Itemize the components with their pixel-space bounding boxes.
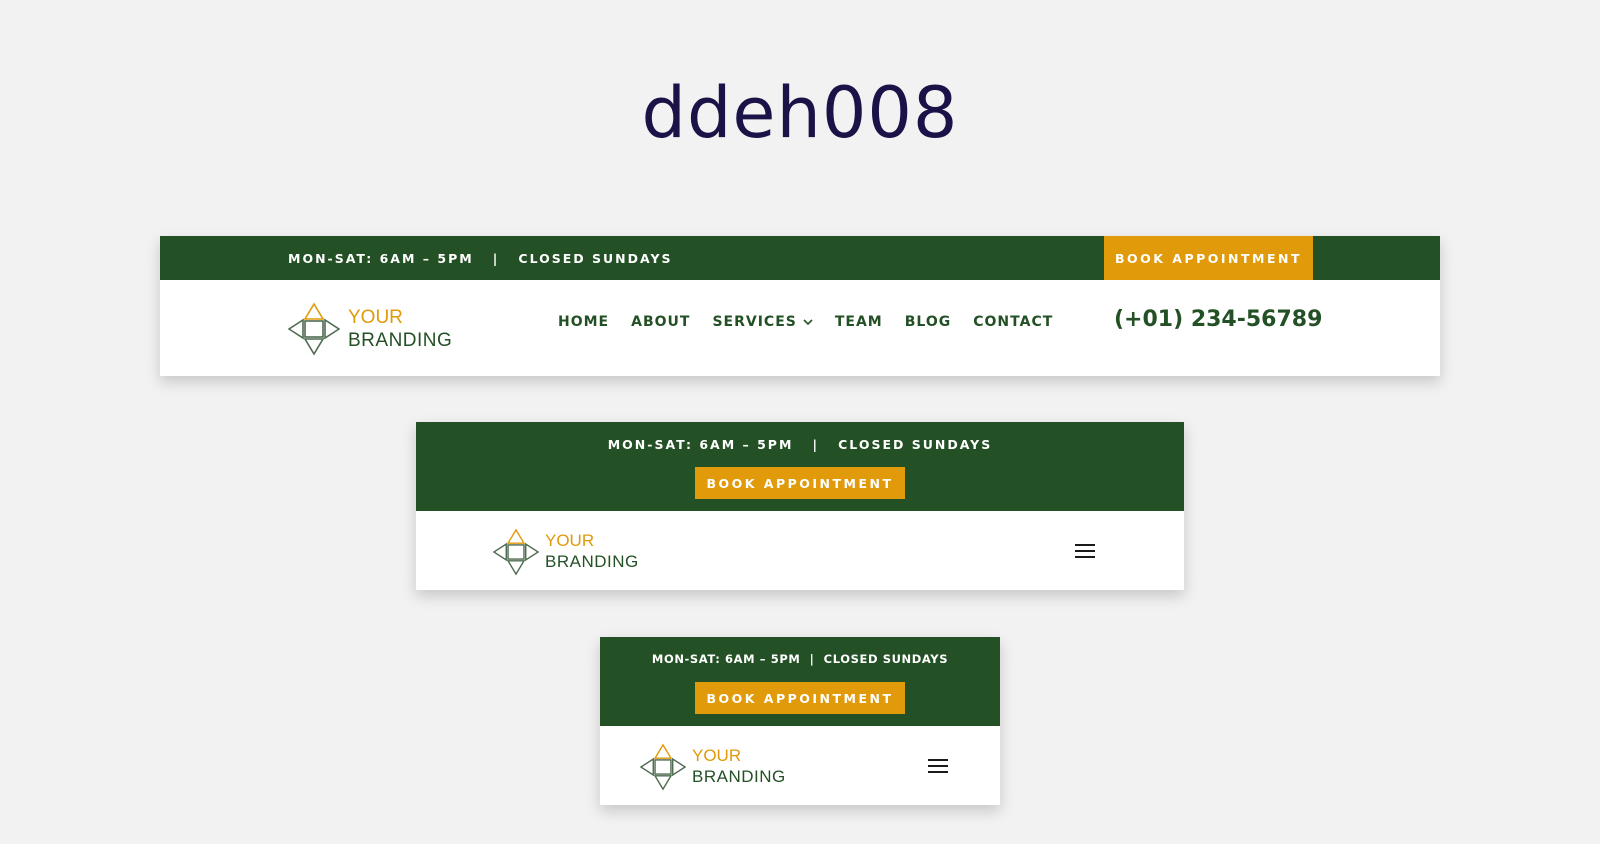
hamburger-menu-icon[interactable] [928, 759, 948, 773]
nav-team[interactable]: TEAM [835, 314, 883, 330]
phone-number[interactable]: (+01) 234-56789 [1114, 307, 1322, 332]
separator: | [492, 251, 500, 266]
nav-about[interactable]: ABOUT [631, 314, 690, 330]
diamond-logo-icon [288, 302, 340, 356]
separator: | [809, 652, 815, 666]
logo-line-branding: BRANDING [545, 552, 639, 571]
book-appointment-button[interactable]: BOOK APPOINTMENT [695, 467, 905, 499]
separator: | [812, 437, 820, 452]
logo-line-your: YOUR [348, 306, 403, 328]
hours-text: MON-SAT: 6AM – 5PM [288, 251, 474, 266]
nav-services-label: SERVICES [712, 314, 797, 330]
hours-text: MON-SAT: 6AM – 5PM [651, 652, 801, 666]
hours-text: MON-SAT: 6AM – 5PM [607, 437, 794, 452]
brand-logo[interactable]: YOUR BRANDING [288, 302, 452, 356]
logo-text: YOUR BRANDING [545, 531, 639, 572]
logo-line-your: YOUR [692, 746, 742, 766]
diamond-logo-icon [640, 743, 686, 791]
desktop-top-bar: MON-SAT: 6AM – 5PM | CLOSED SUNDAYS BOOK… [160, 236, 1440, 280]
closed-text: CLOSED SUNDAYS [823, 652, 949, 666]
nav-blog[interactable]: BLOG [905, 314, 952, 330]
hamburger-menu-icon[interactable] [1075, 544, 1095, 558]
tablet-top-bar: MON-SAT: 6AM – 5PM | CLOSED SUNDAYS BOOK… [416, 422, 1184, 511]
logo-line-branding: BRANDING [348, 330, 453, 351]
mobile-hours-info: MON-SAT: 6AM – 5PM | CLOSED SUNDAYS [600, 652, 1000, 666]
logo-text: YOUR BRANDING [348, 306, 452, 352]
logo-line-branding: BRANDING [692, 767, 786, 786]
chevron-down-icon [803, 319, 813, 326]
brand-logo[interactable]: YOUR BRANDING [493, 528, 639, 576]
desktop-header-preview: MON-SAT: 6AM – 5PM | CLOSED SUNDAYS BOOK… [160, 236, 1440, 376]
nav-contact[interactable]: CONTACT [973, 314, 1053, 330]
book-appointment-button[interactable]: BOOK APPOINTMENT [695, 682, 905, 714]
desktop-hours-info: MON-SAT: 6AM – 5PM | CLOSED SUNDAYS [288, 251, 673, 266]
nav-home[interactable]: HOME [558, 314, 609, 330]
logo-line-your: YOUR [545, 531, 595, 551]
mobile-top-bar: MON-SAT: 6AM – 5PM | CLOSED SUNDAYS BOOK… [600, 637, 1000, 726]
brand-logo[interactable]: YOUR BRANDING [640, 743, 786, 791]
book-appointment-button[interactable]: BOOK APPOINTMENT [1104, 236, 1313, 280]
main-navigation: HOME ABOUT SERVICES TEAM BLOG CONTACT [558, 314, 1053, 330]
tablet-hours-info: MON-SAT: 6AM – 5PM | CLOSED SUNDAYS [416, 437, 1184, 452]
logo-text: YOUR BRANDING [692, 746, 786, 787]
mobile-header-preview: MON-SAT: 6AM – 5PM | CLOSED SUNDAYS BOOK… [600, 637, 1000, 805]
diamond-logo-icon [493, 528, 539, 576]
tablet-header-preview: MON-SAT: 6AM – 5PM | CLOSED SUNDAYS BOOK… [416, 422, 1184, 590]
nav-services[interactable]: SERVICES [712, 314, 813, 330]
page-title: ddeh008 [641, 72, 959, 154]
closed-text: CLOSED SUNDAYS [838, 437, 993, 452]
closed-text: CLOSED SUNDAYS [518, 251, 673, 266]
